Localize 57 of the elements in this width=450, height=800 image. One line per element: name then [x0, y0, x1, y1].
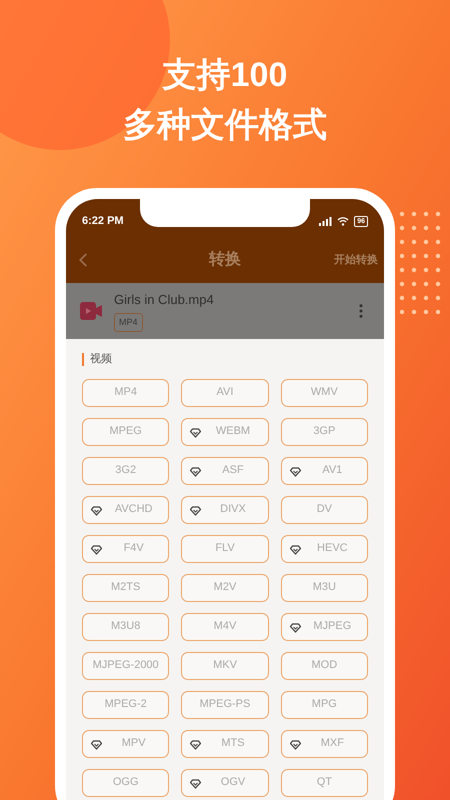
file-name: Girls in Club.mp4	[114, 291, 215, 309]
format-option[interactable]: MPEG-PS	[181, 690, 269, 718]
format-tag: MP4	[114, 312, 143, 332]
format-option[interactable]: MP4	[82, 378, 170, 406]
format-option[interactable]: M4V	[181, 612, 269, 640]
format-option[interactable]: MXF	[280, 730, 368, 758]
header-title: 转换	[209, 250, 241, 270]
format-option[interactable]: MOD	[280, 652, 368, 680]
diamond-icon	[290, 466, 301, 476]
format-option[interactable]: M3U	[280, 574, 368, 602]
format-option[interactable]: QT	[280, 768, 368, 796]
format-option[interactable]: OGV	[181, 768, 269, 796]
format-option[interactable]: AVCHD	[82, 496, 170, 524]
diamond-icon	[190, 506, 202, 516]
format-option[interactable]: HEVC	[280, 534, 368, 562]
diamond-icon	[91, 740, 102, 750]
format-option[interactable]: MPV	[82, 730, 170, 758]
format-option[interactable]: FLV	[181, 534, 269, 562]
format-option[interactable]: M2TS	[82, 574, 170, 602]
format-option[interactable]: DV	[280, 496, 368, 524]
format-option[interactable]: WMV	[280, 378, 368, 406]
format-option[interactable]: MPG	[280, 690, 368, 718]
signal-icon	[319, 216, 332, 226]
format-option[interactable]: MTS	[181, 730, 269, 758]
time-text: 6:22 PM	[82, 214, 124, 229]
format-option[interactable]: MPEG-2	[82, 690, 170, 718]
format-option[interactable]: F4V	[82, 534, 170, 562]
video-file-icon	[80, 302, 102, 320]
headline-text: 多种文件格式	[123, 105, 327, 146]
diamond-icon	[91, 544, 102, 554]
wifi-icon	[337, 216, 350, 226]
format-option[interactable]: MPEG	[82, 418, 170, 446]
format-option[interactable]: M3U8	[82, 612, 170, 640]
diamond-icon	[290, 622, 301, 632]
format-option[interactable]: AVI	[181, 378, 269, 406]
format-option[interactable]: 3G2	[82, 456, 170, 484]
section-marker	[82, 352, 84, 366]
format-option[interactable]: MKV	[181, 652, 269, 680]
format-option[interactable]: MJPEG	[280, 612, 368, 640]
format-option[interactable]: AV1	[280, 456, 368, 484]
diamond-icon	[190, 740, 202, 750]
format-option[interactable]: M2V	[181, 574, 269, 602]
format-option[interactable]: WEBM	[181, 418, 269, 446]
diamond-icon	[290, 544, 301, 554]
diamond-icon	[190, 778, 202, 788]
start-convert-button[interactable]: 开始转换	[334, 252, 378, 268]
format-option[interactable]: DIVX	[181, 496, 269, 524]
diamond-icon	[91, 506, 102, 516]
diamond-icon	[290, 740, 301, 750]
section-title: 视频	[90, 352, 112, 367]
format-option[interactable]: ASF	[181, 456, 269, 484]
format-option[interactable]: 3GP	[280, 418, 368, 446]
diamond-icon	[190, 466, 202, 476]
format-option[interactable]: MJPEG-2000	[82, 652, 170, 680]
diamond-icon	[190, 428, 202, 438]
headline-text: 支持100	[162, 55, 288, 96]
format-option[interactable]: OGG	[82, 768, 170, 796]
